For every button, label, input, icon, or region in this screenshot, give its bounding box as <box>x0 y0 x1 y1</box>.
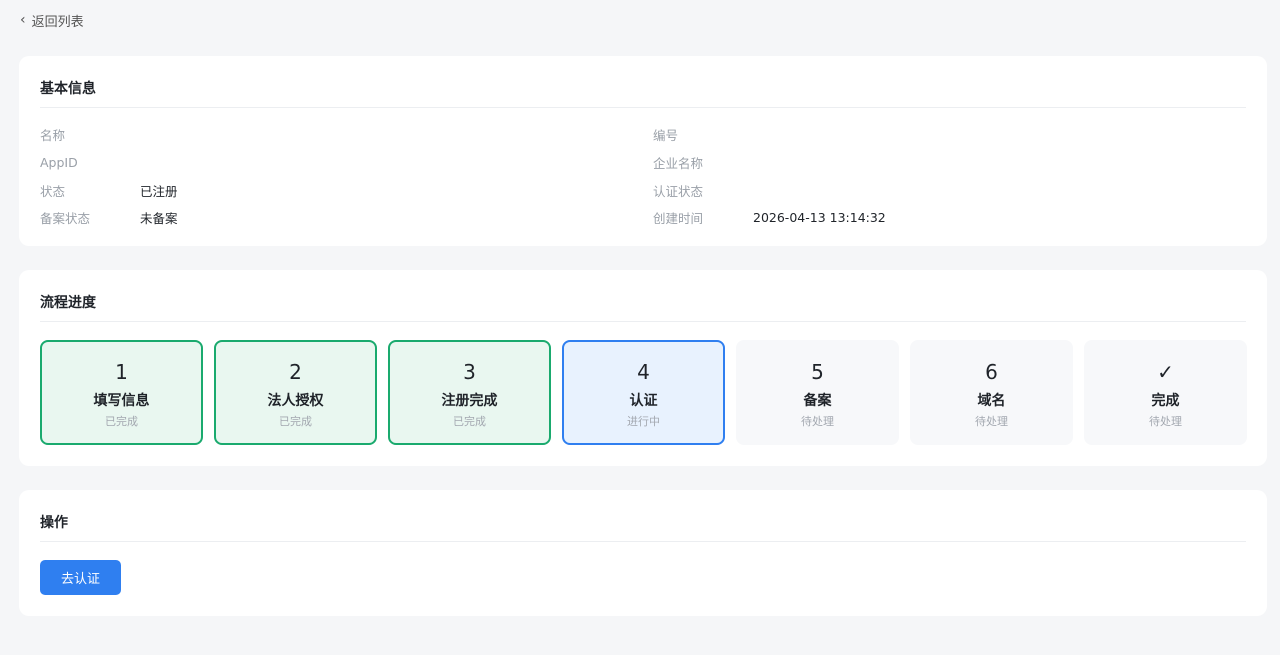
info-row-status: 状态 已注册 <box>40 180 178 200</box>
back-label: 返回列表 <box>31 14 84 30</box>
step-3: 3 注册完成 已完成 <box>388 340 551 445</box>
step-status: 已完成 <box>279 415 312 428</box>
step-4: 4 认证 进行中 <box>562 340 725 445</box>
info-row-created-time: 创建时间 2026-04-13 13:14:32 <box>653 207 886 227</box>
step-name: 注册完成 <box>441 393 498 409</box>
divider <box>40 541 1246 542</box>
step-number: 4 <box>637 360 650 384</box>
step-status: 已完成 <box>105 415 138 428</box>
process-progress-card: 流程进度 1 填写信息 已完成 2 法人授权 已完成 3 注册完成 已完成 4 … <box>19 270 1267 466</box>
step-6: 6 域名 待处理 <box>910 340 1073 445</box>
step-status: 进行中 <box>627 415 660 428</box>
info-label: 名称 <box>40 127 66 143</box>
step-status: 待处理 <box>1149 415 1182 428</box>
step-status: 待处理 <box>975 415 1008 428</box>
info-label: 企业名称 <box>653 155 704 171</box>
step-name: 域名 <box>977 393 1006 409</box>
step-name: 完成 <box>1151 393 1180 409</box>
info-value: 未备案 <box>140 210 178 226</box>
step-5: 5 备案 待处理 <box>736 340 899 445</box>
info-value: 已注册 <box>140 183 178 199</box>
divider <box>40 107 1246 108</box>
info-label: 编号 <box>653 127 679 143</box>
info-label: 状态 <box>40 183 66 199</box>
basic-info-card: 基本信息 名称 AppID 状态 已注册 备案状态 未备案 编号 企业名称 认证… <box>19 56 1267 246</box>
step-status: 已完成 <box>453 415 486 428</box>
step-1: 1 填写信息 已完成 <box>40 340 203 445</box>
step-number: 2 <box>289 360 302 384</box>
chevron-left-icon: ‹ <box>20 12 26 28</box>
step-number: 5 <box>811 360 824 384</box>
step-name: 填写信息 <box>93 393 150 409</box>
actions-card: 操作 去认证 <box>19 490 1267 616</box>
step-name: 认证 <box>629 393 658 409</box>
info-label: AppID <box>40 154 78 170</box>
info-row-number: 编号 <box>653 124 753 144</box>
info-row-name: 名称 <box>40 124 140 144</box>
info-row-appid: AppID <box>40 152 140 172</box>
actions-title: 操作 <box>40 515 68 531</box>
divider <box>40 321 1246 322</box>
step-status: 待处理 <box>801 415 834 428</box>
back-to-list-link[interactable]: ‹ 返回列表 <box>20 10 84 30</box>
info-row-auth-status: 认证状态 <box>653 180 753 200</box>
step-list: 1 填写信息 已完成 2 法人授权 已完成 3 注册完成 已完成 4 认证 进行… <box>40 340 1247 445</box>
info-value: 2026-04-13 13:14:32 <box>753 209 886 225</box>
basic-info-title: 基本信息 <box>40 81 96 97</box>
step-name: 备案 <box>803 393 832 409</box>
process-progress-title: 流程进度 <box>40 295 96 311</box>
info-label: 备案状态 <box>40 210 91 226</box>
info-row-filing-status: 备案状态 未备案 <box>40 207 178 227</box>
checkmark-icon: ✓ <box>1157 360 1174 384</box>
step-number: 1 <box>115 360 128 384</box>
go-verify-button[interactable]: 去认证 <box>40 560 121 595</box>
step-2: 2 法人授权 已完成 <box>214 340 377 445</box>
step-number: 3 <box>463 360 476 384</box>
info-row-company: 企业名称 <box>653 152 753 172</box>
step-complete: ✓ 完成 待处理 <box>1084 340 1247 445</box>
step-number: 6 <box>985 360 998 384</box>
info-label: 创建时间 <box>653 210 704 226</box>
step-name: 法人授权 <box>267 393 324 409</box>
info-label: 认证状态 <box>653 183 704 199</box>
